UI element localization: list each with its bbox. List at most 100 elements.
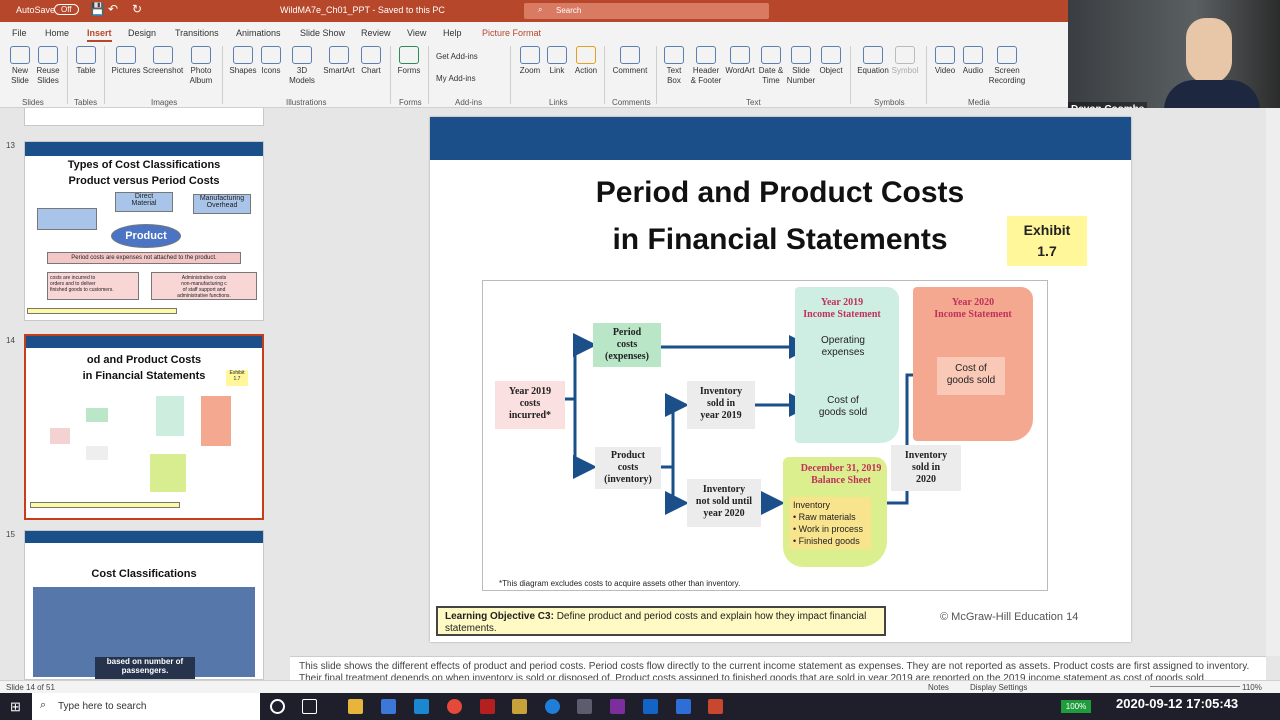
my-addins-button[interactable]: My Add-ins (436, 74, 476, 84)
pictures-button[interactable]: Pictures (110, 46, 142, 76)
notes-toggle[interactable]: Notes (928, 683, 949, 692)
audio-button[interactable]: Audio (960, 46, 986, 76)
battery-indicator[interactable]: 100% (1061, 700, 1091, 713)
redo-icon[interactable]: ↻ (132, 2, 142, 16)
thumb-period (86, 408, 108, 422)
powerpoint-icon[interactable] (708, 699, 723, 714)
symbol-button[interactable]: Symbol (890, 46, 920, 76)
comment-button[interactable]: Comment (610, 46, 650, 76)
autosave-toggle[interactable]: Off (54, 4, 79, 15)
slide-title[interactable]: Period and Product Costs in Financial St… (530, 169, 1030, 263)
speaker-notes[interactable]: This slide shows the different effects o… (290, 656, 1266, 680)
table-button[interactable]: Table (72, 46, 100, 76)
slide-thumbnail-15[interactable]: Cost Classifications based on number of … (24, 530, 264, 680)
document-title[interactable]: WildMA7e_Ch01_PPT - Saved to this PC (280, 5, 445, 15)
slide-thumbnail-14[interactable]: od and Product Costs in Financial Statem… (24, 334, 264, 520)
forms-button[interactable]: Forms (396, 46, 422, 76)
divider (67, 46, 68, 104)
shapes-button[interactable]: Shapes (228, 46, 258, 76)
tab-design[interactable]: Design (128, 28, 156, 38)
zoom-level[interactable]: 110% (1242, 683, 1262, 692)
wordart-button[interactable]: WordArt (724, 46, 756, 76)
thumb-product (86, 446, 108, 460)
tab-view[interactable]: View (407, 28, 426, 38)
get-addins-button[interactable]: Get Add-ins (436, 52, 478, 62)
slide-number-icon (791, 46, 811, 64)
slide-number-14: 14 (6, 336, 15, 345)
icons-button[interactable]: Icons (258, 46, 284, 76)
slide-number-button[interactable]: Slide Number (786, 46, 816, 86)
onenote-icon[interactable] (610, 699, 625, 714)
edge-icon[interactable] (545, 699, 560, 714)
camera-app-icon[interactable] (577, 699, 592, 714)
task-view-icon[interactable] (302, 699, 317, 714)
tab-animations[interactable]: Animations (236, 28, 281, 38)
divider (926, 46, 927, 104)
zoom-app-icon[interactable] (676, 699, 691, 714)
zoom-slider[interactable] (1150, 686, 1240, 687)
header-footer-button[interactable]: Header & Footer (688, 46, 724, 86)
group-label-comments: Comments (612, 98, 651, 107)
divider (390, 46, 391, 104)
search-box[interactable]: ⌕ Search (524, 3, 769, 19)
tab-transitions[interactable]: Transitions (175, 28, 219, 38)
learning-objective-box[interactable]: Learning Objective C3: Define product an… (436, 606, 886, 636)
text-box-button[interactable]: Text Box (662, 46, 686, 86)
new-slide-button[interactable]: New Slide (6, 46, 34, 86)
undo-icon[interactable]: ↶ (108, 2, 118, 16)
year-2019-costs-box: Year 2019 costs incurred* (495, 381, 565, 429)
file-explorer-icon[interactable] (348, 699, 363, 714)
search-icon: ⌕ (538, 5, 543, 14)
action-button[interactable]: Action (572, 46, 600, 76)
3d-models-button[interactable]: 3D Models (286, 46, 318, 86)
tab-picture-format[interactable]: Picture Format (482, 28, 541, 38)
thumb-box-direct-labor (37, 208, 97, 230)
equation-button[interactable]: Equation (856, 46, 890, 76)
save-icon[interactable]: 💾 (90, 2, 105, 16)
autosave-label: AutoSave (16, 5, 56, 15)
group-label-forms: Forms (399, 98, 422, 107)
screen-recording-icon (997, 46, 1017, 64)
outlook-icon[interactable] (643, 699, 658, 714)
tab-slide-show[interactable]: Slide Show (300, 28, 345, 38)
3d-models-icon (292, 46, 312, 64)
vertical-scrollbar[interactable] (1266, 108, 1280, 656)
thumb-header-band (25, 142, 263, 156)
reuse-slides-button[interactable]: Reuse Slides (34, 46, 62, 86)
tab-help[interactable]: Help (443, 28, 462, 38)
taskbar-search[interactable]: ⌕ Type here to search (32, 693, 260, 720)
cortana-icon[interactable] (270, 699, 285, 714)
chrome-icon[interactable] (447, 699, 462, 714)
photo-album-button[interactable]: Photo Album (186, 46, 216, 86)
smartart-button[interactable]: SmartArt (322, 46, 356, 76)
taskbar-clock[interactable]: 2020-09-12 17:05:43 (1116, 696, 1238, 711)
shield-app-icon[interactable] (480, 699, 495, 714)
flow-diagram-picture[interactable]: Year 2019 costs incurred* Period costs (… (482, 280, 1048, 591)
slide-thumbnail-13[interactable]: Types of Cost Classifications Product ve… (24, 141, 264, 321)
tab-review[interactable]: Review (361, 28, 391, 38)
tab-insert[interactable]: Insert (87, 28, 112, 42)
video-button[interactable]: Video (932, 46, 958, 76)
store-icon[interactable] (381, 699, 396, 714)
chart-icon (361, 46, 381, 64)
tab-file[interactable]: File (12, 28, 27, 38)
link-button[interactable]: Link (544, 46, 570, 76)
star-app-icon[interactable] (512, 699, 527, 714)
tab-home[interactable]: Home (45, 28, 69, 38)
date-time-button[interactable]: Date & Time (756, 46, 786, 86)
screenshot-icon (153, 46, 173, 64)
zoom-button[interactable]: Zoom (516, 46, 544, 76)
windows-start-icon[interactable]: ⊞ (10, 699, 21, 715)
exhibit-label[interactable]: Exhibit 1.7 (1007, 216, 1087, 266)
thumb-learning-objective (27, 308, 177, 314)
chart-button[interactable]: Chart (358, 46, 384, 76)
object-button[interactable]: Object (818, 46, 844, 76)
screenshot-button[interactable]: Screenshot (142, 46, 184, 76)
screen-recording-button[interactable]: Screen Recording (986, 46, 1028, 86)
slide-thumbnail-12[interactable] (24, 108, 264, 126)
app-l-icon[interactable] (414, 699, 429, 714)
slide-header-band (430, 117, 1131, 160)
display-settings-button[interactable]: Display Settings (970, 683, 1027, 692)
income-statement-2019-title: Year 2019 Income Statement (803, 297, 881, 320)
current-slide[interactable]: Period and Product Costs in Financial St… (430, 117, 1131, 642)
